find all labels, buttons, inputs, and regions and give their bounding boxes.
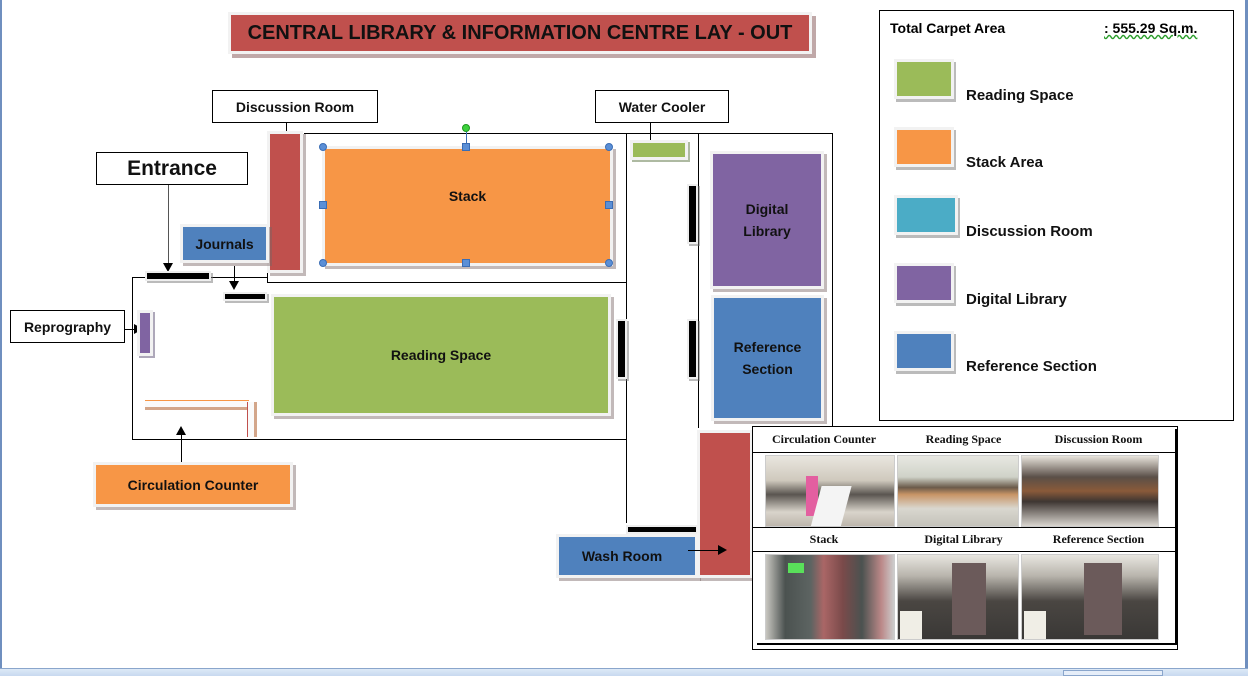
connector-entrance [168, 185, 169, 265]
room-digital-library: Digital Library [710, 151, 824, 289]
connector-circulation [181, 434, 182, 464]
callout-reprography-text: Reprography [23, 318, 112, 335]
selection-handle-bl[interactable] [319, 259, 327, 267]
legend-swatch-stack [894, 127, 954, 167]
wall-mid [267, 282, 627, 283]
journals-label: Journals [195, 235, 254, 252]
title-banner: CENTRAL LIBRARY & INFORMATION CENTRE LAY… [228, 12, 812, 54]
total-area-label: Total Carpet Area [890, 20, 1006, 36]
photo-detail [1084, 563, 1122, 635]
selection-handle-r[interactable] [605, 201, 613, 209]
legend-label-discussion: Discussion Room [966, 223, 1093, 240]
wall-right-outer [832, 133, 833, 428]
legend-label-stack: Stack Area [966, 154, 1043, 171]
photo-caption: Circulation Counter [771, 432, 877, 446]
room-reading-space: Reading Space [271, 294, 611, 416]
callout-reprography: Reprography [10, 310, 125, 343]
connector-journals [234, 266, 235, 282]
selection-handle-br[interactable] [605, 259, 613, 267]
photo-caption: Discussion Room [1054, 432, 1143, 446]
wall-top-upper [304, 133, 832, 134]
status-bar [0, 668, 1248, 676]
circulation-desk-horizontal [145, 400, 249, 410]
reference-label-2: Section [742, 361, 793, 377]
callout-discussion-room-text: Discussion Room [235, 98, 355, 115]
legend-swatch-digital [894, 263, 954, 303]
photo-discussion-room [1021, 455, 1159, 527]
room-stack: Stack [322, 146, 613, 266]
photo-map-thumbnail [900, 611, 922, 639]
photo-detail [788, 563, 804, 573]
photo-detail [952, 563, 986, 635]
selection-handle-tr[interactable] [605, 143, 613, 151]
photo-reference-section [1021, 554, 1159, 640]
callout-discussion-room: Discussion Room [212, 90, 378, 123]
caption-divider [753, 527, 1177, 528]
callout-entrance: Entrance [96, 152, 248, 185]
photo-gallery: Circulation Counter Reading Space Discus… [752, 426, 1178, 650]
stack-label: Stack [448, 188, 487, 204]
legend-swatch-reference [894, 331, 954, 371]
circulation-counter-label: Circulation Counter [127, 476, 259, 493]
photo-map-thumbnail [1024, 611, 1046, 639]
wall-bottom [132, 439, 627, 440]
digital-library-label-1: Digital [745, 201, 789, 217]
photo-caption: Digital Library [924, 532, 1003, 546]
selection-handle-b[interactable] [462, 259, 470, 267]
legend-panel: Total Carpet Area : 555.29 Sq.m. Reading… [879, 10, 1234, 421]
wall-lower-top2 [210, 277, 268, 278]
photo-caption: Reference Section [1052, 532, 1145, 546]
caption-divider [753, 452, 1177, 453]
door-corridor-lower [687, 319, 698, 379]
arrow-wash-room [718, 545, 727, 555]
room-reference-section: Reference Section [711, 295, 824, 421]
door-wash-room [626, 525, 698, 534]
arrow-circulation [176, 426, 186, 435]
photo-circulation-counter [765, 455, 895, 527]
connector-wash-room [688, 550, 718, 551]
reference-label-1: Reference [733, 339, 802, 355]
water-cooler [630, 140, 688, 160]
callout-water-cooler-text: Water Cooler [618, 98, 706, 115]
wall-corridor-right [698, 133, 699, 428]
photo-reading-space [897, 455, 1019, 527]
total-area-value: : 555.29 Sq.m. [1104, 20, 1198, 36]
photo-caption: Reading Space [925, 432, 1002, 446]
wall-lower-top [132, 277, 146, 278]
legend-swatch-discussion [894, 195, 958, 235]
door-corridor-upper [687, 184, 698, 244]
page-title: CENTRAL LIBRARY & INFORMATION CENTRE LAY… [247, 21, 793, 44]
room-discussion [267, 131, 303, 273]
photo-stack [765, 554, 895, 640]
area-wash-room: Wash Room [556, 534, 698, 578]
room-washroom-block [697, 430, 753, 578]
selection-handle-l[interactable] [319, 201, 327, 209]
selection-handle-t[interactable] [462, 143, 470, 151]
legend-label-reference: Reference Section [966, 358, 1097, 375]
status-bar-zoom-control[interactable] [1063, 670, 1163, 676]
circulation-desk-vertical [247, 402, 257, 437]
legend-swatch-reading [894, 59, 954, 99]
reading-space-label: Reading Space [390, 347, 492, 363]
legend-label-digital: Digital Library [966, 291, 1067, 308]
selection-rotate-handle[interactable] [462, 124, 470, 132]
door-journals [223, 292, 267, 301]
door-reading-right [616, 319, 627, 379]
digital-library-label-2: Library [743, 223, 791, 239]
selection-handle-tl[interactable] [319, 143, 327, 151]
arrow-journals [229, 281, 239, 290]
area-circulation-counter: Circulation Counter [93, 462, 293, 507]
callout-water-cooler: Water Cooler [595, 90, 729, 123]
caption-divider [753, 551, 1177, 552]
callout-entrance-text: Entrance [127, 156, 217, 180]
door-entrance [145, 271, 211, 281]
area-journals: Journals [180, 224, 269, 263]
wash-room-label: Wash Room [581, 548, 663, 564]
wall-left [132, 277, 133, 439]
photo-digital-library [897, 554, 1019, 640]
reprography-unit [137, 310, 153, 356]
window-left-edge [0, 0, 2, 670]
legend-label-reading: Reading Space [966, 87, 1074, 104]
photo-caption: Stack [809, 532, 839, 546]
